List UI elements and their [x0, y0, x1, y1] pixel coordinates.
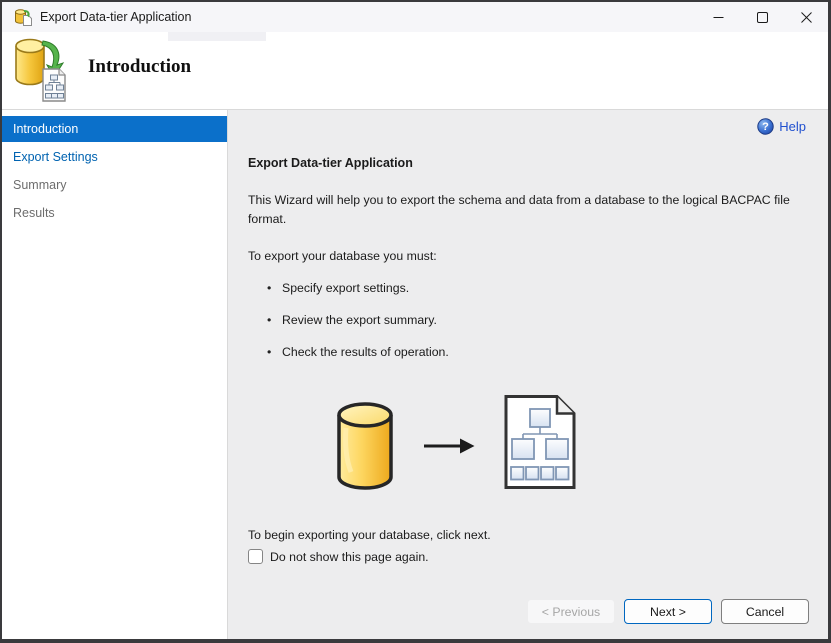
next-button[interactable]: Next > — [624, 599, 712, 624]
wizard-nav-buttons: < Previous Next > Cancel — [527, 599, 809, 624]
list-item: • Review the export summary. — [248, 313, 804, 327]
export-data-tier-wizard-window: Export Data-tier Application Introductio… — [0, 0, 831, 643]
close-button[interactable] — [784, 2, 828, 32]
dont-show-again-label[interactable]: Do not show this page again. — [270, 550, 429, 564]
help-link[interactable]: ? Help — [757, 118, 806, 135]
intro-paragraph: This Wizard will help you to export the … — [248, 193, 790, 226]
title-bar: Export Data-tier Application — [2, 2, 828, 32]
cancel-button[interactable]: Cancel — [721, 599, 809, 624]
window-title: Export Data-tier Application — [40, 10, 192, 24]
maximize-button[interactable] — [740, 2, 784, 32]
wizard-steps-sidebar: Introduction Export Settings Summary Res… — [2, 110, 228, 639]
database-to-bacpac-icon — [12, 35, 74, 108]
export-illustration — [334, 395, 804, 496]
database-cylinder-icon — [334, 402, 396, 495]
close-icon — [800, 11, 812, 23]
maximize-icon — [756, 11, 768, 23]
step-label: Review the export summary. — [282, 313, 437, 327]
dont-show-again-row: Do not show this page again. — [248, 549, 804, 564]
bacpac-document-icon — [502, 393, 578, 496]
sidebar-item-results[interactable]: Results — [2, 200, 227, 226]
right-arrow-icon — [422, 437, 476, 460]
help-label: Help — [779, 119, 806, 134]
step-label: Specify export settings. — [282, 281, 410, 295]
wizard-header: Introduction — [2, 32, 828, 109]
minimize-icon — [713, 16, 723, 18]
sidebar-item-introduction[interactable]: Introduction — [2, 116, 227, 142]
sidebar-item-summary[interactable]: Summary — [2, 172, 227, 198]
sidebar-item-export-settings[interactable]: Export Settings — [2, 144, 227, 170]
list-item: • Check the results of operation. — [248, 345, 804, 359]
steps-intro: To export your database you must: — [248, 249, 437, 263]
begin-export-note: To begin exporting your database, click … — [248, 528, 491, 542]
bullet-icon: • — [267, 281, 272, 295]
dont-show-again-checkbox[interactable] — [248, 549, 263, 564]
help-icon: ? — [757, 118, 774, 135]
page-title: Introduction — [88, 56, 192, 77]
bullet-icon: • — [267, 313, 272, 327]
bullet-icon: • — [267, 345, 272, 359]
main-pane: ? Help Export Data-tier Application This… — [228, 110, 828, 639]
content-heading: Export Data-tier Application — [248, 156, 413, 170]
svg-text:?: ? — [762, 121, 769, 133]
step-label: Check the results of operation. — [282, 345, 449, 359]
previous-button[interactable]: < Previous — [527, 599, 615, 624]
minimize-button[interactable] — [696, 2, 740, 32]
list-item: • Specify export settings. — [248, 281, 804, 295]
app-database-export-icon — [14, 8, 33, 26]
titlebar-notch — [168, 32, 266, 41]
